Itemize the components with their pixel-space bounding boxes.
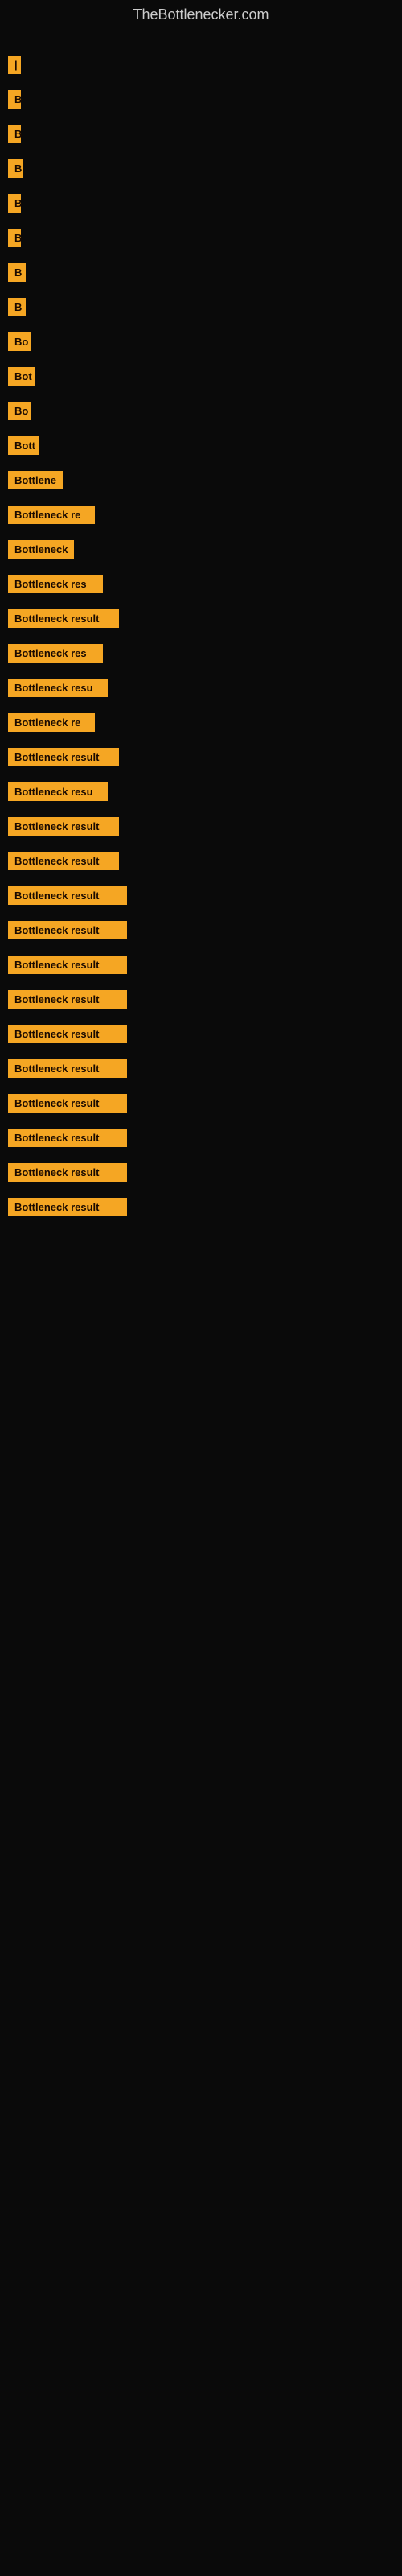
list-item: Bo — [0, 324, 402, 359]
list-item: B — [0, 221, 402, 255]
bottleneck-result-label: Bo — [8, 402, 31, 420]
list-item: B — [0, 186, 402, 221]
bottleneck-result-label: Bottleneck resu — [8, 782, 108, 801]
bottleneck-result-label: Bo — [8, 332, 31, 351]
list-item: Bot — [0, 359, 402, 394]
bottleneck-result-label: Bottleneck result — [8, 921, 127, 939]
list-item: | — [0, 47, 402, 82]
list-item: B — [0, 117, 402, 151]
bottleneck-result-label: B — [8, 263, 26, 282]
list-item: B — [0, 151, 402, 186]
list-item: Bottleneck resu — [0, 671, 402, 705]
bottleneck-result-label: Bottleneck result — [8, 1163, 127, 1182]
list-item: Bottleneck result — [0, 601, 402, 636]
list-item: Bottleneck result — [0, 947, 402, 982]
list-item: B — [0, 255, 402, 290]
list-item: B — [0, 290, 402, 324]
bottleneck-result-label: Bottleneck result — [8, 1129, 127, 1147]
bottleneck-result-label: Bottleneck result — [8, 817, 119, 836]
list-item: Bottleneck result — [0, 809, 402, 844]
bottleneck-result-label: Bottleneck result — [8, 1198, 127, 1216]
bottleneck-result-label: Bottleneck result — [8, 1059, 127, 1078]
list-item: Bottleneck result — [0, 1155, 402, 1190]
list-item: Bottleneck result — [0, 1086, 402, 1121]
bottleneck-result-label: B — [8, 90, 21, 109]
bottleneck-result-label: Bottleneck res — [8, 575, 103, 593]
bottleneck-result-label: B — [8, 159, 23, 178]
bottleneck-result-label: B — [8, 229, 21, 247]
list-item: Bottleneck re — [0, 497, 402, 532]
list-item: Bottleneck resu — [0, 774, 402, 809]
bottleneck-result-label: Bot — [8, 367, 35, 386]
bottleneck-result-label: B — [8, 298, 26, 316]
bottleneck-result-label: B — [8, 194, 21, 213]
bottleneck-result-label: Bottlene — [8, 471, 63, 489]
bottleneck-result-label: Bottleneck result — [8, 852, 119, 870]
list-item: Bottleneck result — [0, 844, 402, 878]
list-item: Bottleneck result — [0, 913, 402, 947]
bottleneck-result-label: Bottleneck — [8, 540, 74, 559]
bottleneck-result-label: Bottleneck result — [8, 886, 127, 905]
items-container: |BBBBBBBBoBotBoBottBottleneBottleneck re… — [0, 31, 402, 1224]
list-item: Bottleneck res — [0, 636, 402, 671]
bottleneck-result-label: Bottleneck re — [8, 506, 95, 524]
bottleneck-result-label: Bottleneck result — [8, 1094, 127, 1113]
list-item: Bott — [0, 428, 402, 463]
bottleneck-result-label: Bottleneck result — [8, 1025, 127, 1043]
list-item: Bottleneck result — [0, 1190, 402, 1224]
list-item: Bottleneck result — [0, 1121, 402, 1155]
bottleneck-result-label: Bottleneck result — [8, 748, 119, 766]
list-item: Bottleneck result — [0, 878, 402, 913]
list-item: Bottleneck result — [0, 740, 402, 774]
bottleneck-result-label: Bottleneck re — [8, 713, 95, 732]
list-item: Bottleneck — [0, 532, 402, 567]
list-item: Bottleneck result — [0, 1017, 402, 1051]
list-item: Bottleneck result — [0, 1051, 402, 1086]
bottleneck-result-label: Bottleneck result — [8, 956, 127, 974]
bottleneck-result-label: Bottleneck res — [8, 644, 103, 663]
bottleneck-result-label: Bottleneck result — [8, 609, 119, 628]
bottleneck-result-label: Bott — [8, 436, 39, 455]
bottleneck-result-label: Bottleneck result — [8, 990, 127, 1009]
bottleneck-result-label: B — [8, 125, 21, 143]
list-item: Bo — [0, 394, 402, 428]
list-item: Bottleneck res — [0, 567, 402, 601]
list-item: Bottlene — [0, 463, 402, 497]
bottleneck-result-label: Bottleneck resu — [8, 679, 108, 697]
site-title: TheBottlenecker.com — [0, 0, 402, 31]
list-item: Bottleneck result — [0, 982, 402, 1017]
bottleneck-result-label: | — [8, 56, 21, 74]
list-item: Bottleneck re — [0, 705, 402, 740]
list-item: B — [0, 82, 402, 117]
